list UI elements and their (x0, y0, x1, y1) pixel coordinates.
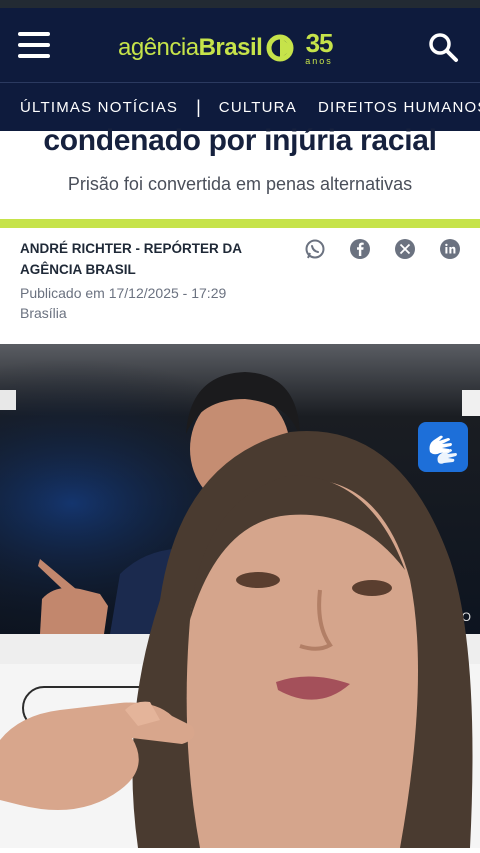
logo-wordmark: agênciaBrasil (118, 34, 263, 61)
article-headline: condenado por injúria racial (43, 124, 437, 157)
article-location: Brasília (20, 305, 67, 321)
site-logo[interactable]: agênciaBrasil 35 anos (118, 28, 333, 68)
x-icon (395, 239, 415, 259)
linkedin-icon (440, 239, 460, 259)
share-facebook-button[interactable] (349, 238, 371, 260)
search-button[interactable] (426, 30, 460, 64)
publish-date: Publicado em 17/12/2025 - 17:29 (20, 285, 227, 301)
logo-mark-icon (266, 34, 294, 62)
nav-separator: | (196, 96, 201, 117)
video-presenter-overlay (0, 420, 480, 848)
share-linkedin-button[interactable] (439, 238, 461, 260)
search-icon (429, 33, 458, 62)
anniversary-badge: 35 anos (305, 28, 333, 66)
share-x-button[interactable] (394, 238, 416, 260)
site-header: agênciaBrasil 35 anos (0, 8, 480, 82)
status-strip (0, 0, 480, 8)
nav-item-cultura[interactable]: CULTURA (219, 99, 297, 116)
headline-divider (0, 219, 480, 228)
author-byline: André Richter - Repórter da Agência Bras… (20, 241, 242, 277)
share-whatsapp-button[interactable] (304, 238, 326, 260)
facebook-icon (350, 239, 370, 259)
whatsapp-icon (305, 239, 325, 259)
hamburger-line (18, 32, 50, 36)
hamburger-line (18, 54, 50, 58)
nav-item-ultimas-noticias[interactable]: ÚLTIMAS NOTÍCIAS (20, 99, 178, 116)
presenter-image (0, 431, 473, 848)
nav-item-direitos-humanos[interactable]: DIREITOS HUMANOS (318, 99, 480, 116)
hamburger-line (18, 43, 50, 47)
article-subheadline: Prisão foi convertida em penas alternati… (67, 174, 413, 194)
menu-button[interactable] (18, 32, 52, 58)
